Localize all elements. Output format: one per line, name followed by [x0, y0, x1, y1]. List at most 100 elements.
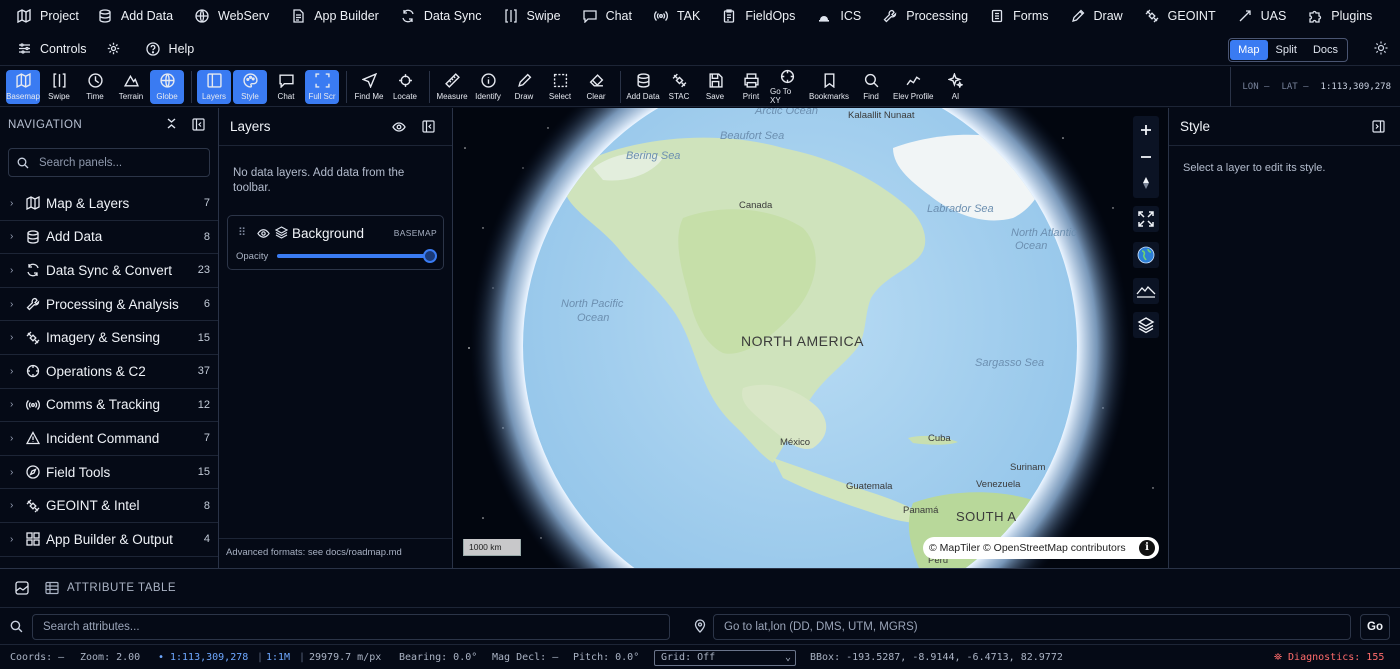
nav-item-imagery-sensing[interactable]: › Imagery & Sensing 15 [0, 321, 218, 355]
tool-label: Chat [277, 91, 295, 101]
info-icon[interactable]: i [1139, 540, 1155, 556]
lat-readout: LAT – [1281, 81, 1309, 92]
search-row [0, 609, 1400, 645]
status-scale-dot: • [158, 652, 165, 663]
menu-geoint[interactable]: GEOINT [1134, 0, 1227, 32]
theme-toggle-sun-icon[interactable] [1374, 41, 1388, 55]
map-view[interactable]: Arctic Ocean Beaufort Sea Bering Sea Lab… [453, 108, 1168, 568]
view-map-button[interactable]: Map [1230, 40, 1268, 60]
menu-tak[interactable]: TAK [643, 0, 711, 32]
panel-search-input[interactable] [39, 156, 199, 169]
menu-data-sync[interactable]: Data Sync [390, 0, 493, 32]
menu-ics[interactable]: ICS [806, 0, 872, 32]
tool-save-button[interactable]: Save [698, 70, 732, 104]
help-button[interactable]: Help [128, 32, 207, 66]
settings-button[interactable] [99, 32, 128, 66]
menu-add-data[interactable]: Add Data [87, 0, 184, 32]
tool-ai-button[interactable]: AI [938, 70, 972, 104]
tool-globe-button[interactable]: Globe [150, 69, 184, 104]
tool-add-data-button[interactable]: Add Data [626, 70, 660, 104]
panel-search-box[interactable] [8, 148, 210, 177]
nav-item-incident-command[interactable]: › Incident Command 7 [0, 422, 218, 456]
nav-item-map-layers[interactable]: › Map & Layers 7 [0, 187, 218, 221]
tool-print-button[interactable]: Print [734, 70, 768, 104]
tool-locate-button[interactable]: Locate [388, 70, 422, 104]
collapse-all-icon[interactable] [166, 118, 177, 132]
nav-item-comms-tracking[interactable]: › Comms & Tracking 12 [0, 389, 218, 423]
dock-panel-icon[interactable] [422, 120, 435, 136]
opacity-slider[interactable] [277, 249, 437, 263]
view-docs-button[interactable]: Docs [1305, 40, 1346, 60]
grid-select[interactable]: Grid: Off ⌄ [654, 650, 796, 666]
tool-find-me-button[interactable]: Find Me [352, 70, 386, 104]
globe-toggle-button[interactable] [1133, 242, 1159, 268]
search-icon [10, 620, 23, 636]
image-icon[interactable] [15, 581, 29, 595]
menu-processing[interactable]: Processing [872, 0, 979, 32]
goto-coordinates-box[interactable] [713, 614, 1351, 640]
nav-item-operations-c2[interactable]: › Operations & C2 37 [0, 355, 218, 389]
terrain-toggle-button[interactable] [1133, 278, 1159, 304]
tool-go-to-xy-button[interactable]: Go To XY [770, 69, 804, 105]
tool-label: Draw [514, 91, 534, 101]
layer-visibility-eye-icon[interactable] [257, 227, 270, 243]
zoom-in-button[interactable] [1133, 117, 1159, 143]
menu-draw[interactable]: Draw [1060, 0, 1134, 32]
tool-full-scr-button[interactable]: Full Scr [305, 69, 339, 104]
attribute-search-input[interactable] [43, 621, 669, 633]
tool-time-button[interactable]: Time [78, 70, 112, 104]
opacity-slider-handle[interactable] [423, 249, 437, 263]
eye-icon[interactable] [392, 120, 406, 137]
menu-plugins[interactable]: Plugins [1297, 0, 1383, 32]
tool-identify-button[interactable]: Identify [471, 70, 505, 104]
menu-webserv[interactable]: WebServ [184, 0, 280, 32]
tool-chat-button[interactable]: Chat [269, 70, 303, 104]
status-ratio[interactable]: 1:1M [266, 652, 290, 663]
tool-elev-profile-button[interactable]: Elev Profile [890, 70, 936, 104]
tool-find-button[interactable]: Find [854, 70, 888, 104]
tool-style-button[interactable]: Style [233, 69, 267, 104]
tool-swipe-button[interactable]: Swipe [42, 70, 76, 104]
zoom-out-button[interactable] [1133, 144, 1159, 170]
menu-label: Draw [1093, 9, 1123, 23]
nav-item-geoint-intel[interactable]: › GEOINT & Intel 8 [0, 489, 218, 523]
controls-button[interactable]: Controls [0, 32, 99, 66]
compass-button[interactable] [1133, 170, 1159, 196]
tool-draw-button[interactable]: Draw [507, 70, 541, 104]
view-split-button[interactable]: Split [1268, 40, 1305, 60]
tool-terrain-button[interactable]: Terrain [114, 70, 148, 104]
nav-item-app-builder-output[interactable]: › App Builder & Output 4 [0, 523, 218, 557]
tool-select-button[interactable]: Select [543, 70, 577, 104]
globe-map[interactable]: Arctic Ocean Beaufort Sea Bering Sea Lab… [453, 108, 1168, 568]
menu-app-builder[interactable]: App Builder [280, 0, 390, 32]
attribute-search-box[interactable] [32, 614, 670, 640]
attribute-table-bar[interactable]: ATTRIBUTE TABLE [0, 568, 1400, 608]
dock-panel-icon[interactable] [1372, 120, 1385, 136]
tool-clear-button[interactable]: Clear [579, 70, 613, 104]
nav-item-field-tools[interactable]: › Field Tools 15 [0, 456, 218, 490]
tool-bookmarks-button[interactable]: Bookmarks [806, 70, 852, 104]
tool-stac-button[interactable]: STAC [662, 70, 696, 104]
tool-basemap-button[interactable]: Basemap [6, 69, 40, 104]
drag-handle-icon[interactable]: ⠿ [238, 226, 246, 239]
nav-item-processing-analysis[interactable]: › Processing & Analysis 6 [0, 288, 218, 322]
fullscreen-button[interactable] [1133, 206, 1159, 232]
menu-forms[interactable]: Forms [979, 0, 1059, 32]
dock-panel-icon[interactable] [192, 118, 205, 134]
menu-swipe[interactable]: Swipe [493, 0, 572, 32]
goto-coordinates-input[interactable] [724, 621, 1350, 633]
layers-footer-note: Advanced formats: see docs/roadmap.md [219, 538, 452, 568]
nav-item-data-sync-convert[interactable]: › Data Sync & Convert 23 [0, 254, 218, 288]
diagnostics-badge[interactable]: ⛯ Diagnostics: 155 [1274, 652, 1384, 663]
menu-uas[interactable]: UAS [1227, 0, 1298, 32]
tool-layers-button[interactable]: Layers [197, 69, 231, 104]
tool-measure-button[interactable]: Measure [435, 70, 469, 104]
menu-chat[interactable]: Chat [572, 0, 643, 32]
grid-icon [26, 532, 40, 546]
menu-project[interactable]: Project [6, 0, 87, 32]
go-button[interactable]: Go [1360, 614, 1390, 640]
layers-toggle-button[interactable] [1133, 312, 1159, 338]
nav-item-add-data[interactable]: › Add Data 8 [0, 221, 218, 255]
menu-fieldops[interactable]: FieldOps [711, 0, 806, 32]
layer-card-background[interactable]: ⠿ Background BASEMAP Opacity [227, 215, 444, 270]
